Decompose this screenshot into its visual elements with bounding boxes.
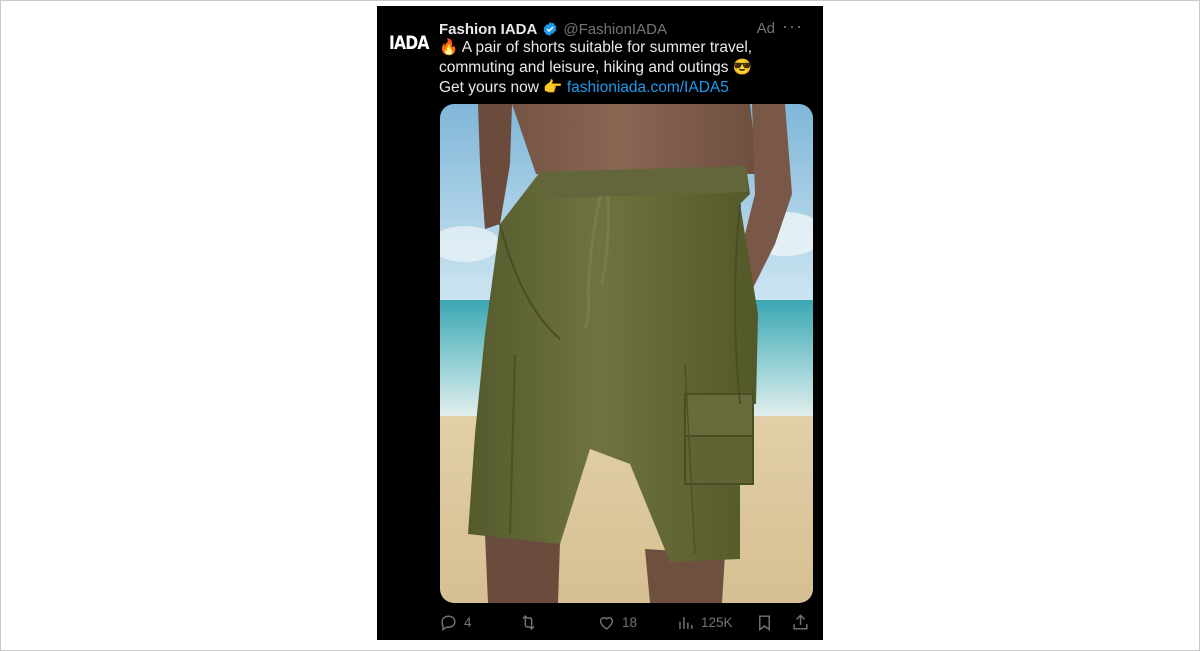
tweet-line-2: commuting and leisure, hiking and outing… [439, 58, 809, 78]
tweet-header: Fashion IADA @FashionIADA Ad ··· [439, 16, 813, 40]
bookmark-icon [759, 614, 770, 631]
reply-button[interactable]: 4 [439, 613, 472, 632]
user-handle[interactable]: @FashionIADA [563, 21, 667, 38]
like-button[interactable]: 18 [597, 613, 637, 632]
more-icon[interactable]: ··· [782, 16, 803, 37]
tweet-line-3-text: Get yours now [439, 79, 539, 96]
tweet-media-image[interactable] [440, 104, 813, 603]
verified-badge-icon [542, 21, 558, 37]
logo-text: IADA [389, 32, 429, 54]
views-button[interactable]: 125K [676, 613, 733, 632]
repost-icon [522, 614, 535, 630]
bookmark-button[interactable] [755, 613, 774, 632]
like-icon [599, 616, 614, 630]
sunglasses-emoji: 😎 [732, 59, 753, 76]
shorts-on-beach-photo [440, 104, 813, 603]
share-button[interactable] [791, 613, 810, 632]
tweet-line-1-text: A pair of shorts suitable for summer tra… [461, 39, 753, 56]
repost-button[interactable] [519, 613, 544, 632]
display-name[interactable]: Fashion IADA [439, 21, 537, 38]
brand-logo[interactable]: IADA [389, 32, 429, 54]
tweet-line-2-text: commuting and leisure, hiking and outing… [439, 59, 729, 76]
promo-link[interactable]: fashioniada.com/IADA5 [567, 79, 729, 96]
reply-icon [441, 614, 456, 631]
views-icon [679, 616, 693, 629]
reply-count: 4 [464, 614, 472, 630]
share-icon [793, 613, 808, 630]
like-count: 18 [622, 614, 638, 630]
views-count: 125K [701, 614, 733, 630]
tweet-actions: 4 18 125K [439, 611, 813, 633]
tweet-line-1: 🔥 A pair of shorts suitable for summer t… [439, 38, 809, 58]
ad-label: Ad [756, 20, 775, 37]
tweet-line-3: Get yours now 👉 fashioniada.com/IADA5 [439, 78, 809, 98]
tweet-text: 🔥 A pair of shorts suitable for summer t… [439, 38, 809, 98]
fire-emoji: 🔥 [439, 39, 459, 56]
promoted-tweet[interactable]: IADA Fashion IADA @FashionIADA Ad ··· 🔥 … [377, 6, 823, 640]
pointing-emoji: 👉 [543, 79, 563, 96]
